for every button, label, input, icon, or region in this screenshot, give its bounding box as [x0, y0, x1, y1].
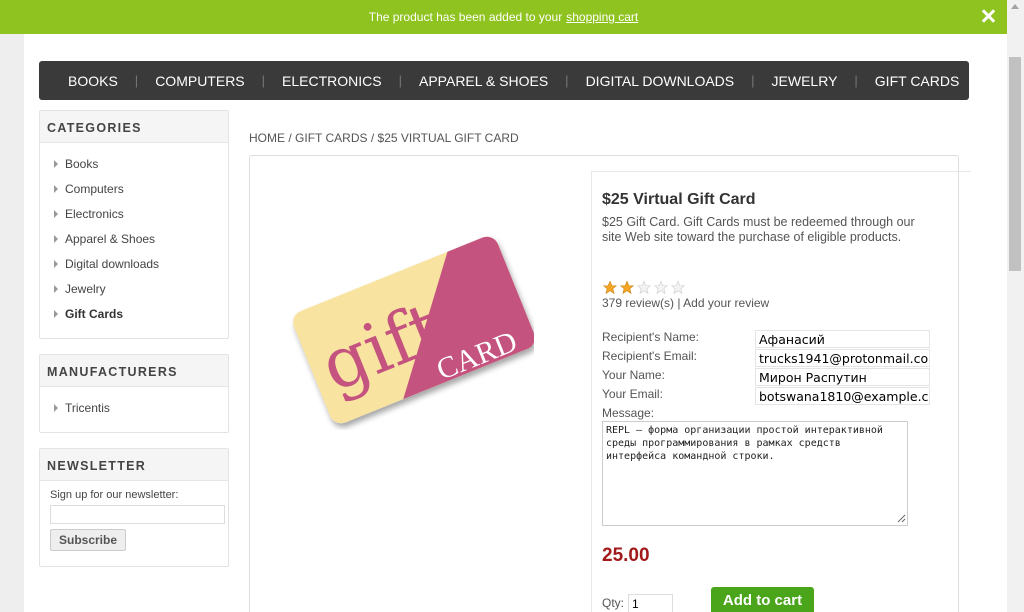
your-email-input[interactable]: botswana1810@example.com — [755, 387, 930, 405]
category-label[interactable]: Books — [65, 157, 98, 171]
top-menu: BOOKS | COMPUTERS | ELECTRONICS | APPARE… — [39, 61, 969, 100]
your-name-input[interactable]: Мирон Распутин — [755, 368, 930, 386]
reviews-line: 379 review(s) | Add your review — [602, 296, 769, 310]
reviews-separator: | — [677, 296, 681, 310]
nav-electronics[interactable]: ELECTRONICS — [265, 73, 399, 89]
scrollbar-thumb[interactable] — [1009, 57, 1021, 271]
manufacturers-block: MANUFACTURERS Tricentis — [39, 354, 229, 433]
category-item-computers[interactable]: Computers — [54, 176, 228, 201]
your-name-label: Your Name: — [602, 368, 665, 382]
manufacturers-list: Tricentis — [40, 387, 228, 420]
star-filled-icon — [619, 280, 635, 295]
close-icon[interactable] — [981, 9, 995, 23]
category-item-apparel-shoes[interactable]: Apparel & Shoes — [54, 226, 228, 251]
breadcrumb-current: $25 VIRTUAL GIFT CARD — [377, 131, 519, 145]
newsletter-email-input[interactable] — [50, 505, 225, 524]
newsletter-title: NEWSLETTER — [40, 449, 228, 481]
category-item-digital-downloads[interactable]: Digital downloads — [54, 251, 228, 276]
product-price: 25.00 — [602, 545, 650, 566]
recipient-email-label: Recipient's Email: — [602, 349, 697, 363]
add-review-link[interactable]: Add your review — [683, 296, 769, 310]
star-empty-icon — [636, 280, 652, 295]
gift-card-image: gift CARD — [289, 233, 534, 427]
triangle-right-icon — [54, 209, 58, 218]
triangle-right-icon — [54, 159, 58, 168]
categories-block: CATEGORIES Books Computers Electronics A… — [39, 110, 229, 339]
star-filled-icon — [602, 280, 618, 295]
reviews-count-link[interactable]: 379 review(s) — [602, 296, 674, 310]
manufacturer-item-tricentis[interactable]: Tricentis — [54, 395, 228, 420]
category-label[interactable]: Apparel & Shoes — [65, 232, 155, 246]
newsletter-body: Sign up for our newsletter: Subscribe — [40, 481, 228, 551]
triangle-right-icon — [54, 234, 58, 243]
category-label[interactable]: Jewelry — [65, 282, 106, 296]
category-label[interactable]: Digital downloads — [65, 257, 159, 271]
page-gutter-left — [0, 34, 24, 612]
category-item-jewelry[interactable]: Jewelry — [54, 276, 228, 301]
newsletter-label: Sign up for our newsletter: — [50, 489, 179, 501]
nav-gift-cards[interactable]: GIFT CARDS — [858, 73, 977, 89]
resize-handle-icon[interactable] — [897, 514, 906, 523]
nav-books[interactable]: BOOKS — [51, 73, 135, 89]
breadcrumb: HOME / GIFT CARDS / $25 VIRTUAL GIFT CAR… — [249, 131, 519, 145]
triangle-right-icon — [54, 259, 58, 268]
category-item-gift-cards[interactable]: Gift Cards — [54, 301, 228, 326]
manufacturers-title: MANUFACTURERS — [40, 355, 228, 387]
manufacturer-label[interactable]: Tricentis — [65, 401, 110, 415]
category-label[interactable]: Computers — [65, 182, 124, 196]
product-description: $25 Gift Card. Gift Cards must be redeem… — [602, 215, 915, 244]
breadcrumb-separator: / — [288, 131, 292, 145]
triangle-right-icon — [54, 184, 58, 193]
nav-digital-downloads[interactable]: DIGITAL DOWNLOADS — [569, 73, 752, 89]
shopping-cart-link[interactable]: shopping cart — [566, 10, 638, 24]
your-email-label: Your Email: — [602, 387, 663, 401]
category-label[interactable]: Gift Cards — [65, 307, 123, 321]
star-empty-icon — [653, 280, 669, 295]
notification-message: The product has been added to your — [368, 10, 563, 24]
triangle-right-icon — [54, 309, 58, 318]
star-empty-icon — [670, 280, 686, 295]
message-textarea[interactable]: REPL — форма организации простой интерак… — [602, 421, 908, 526]
triangle-right-icon — [54, 284, 58, 293]
notification-bar: The product has been added to your shopp… — [0, 0, 1007, 34]
scroll-up-arrow-icon[interactable] — [1011, 4, 1019, 9]
recipient-name-input[interactable]: Афанасий — [755, 330, 930, 348]
nav-jewelry[interactable]: JEWELRY — [755, 73, 855, 89]
subscribe-button[interactable]: Subscribe — [50, 529, 127, 551]
triangle-right-icon — [54, 403, 58, 412]
nav-computers[interactable]: COMPUTERS — [138, 73, 261, 89]
recipient-email-input[interactable]: trucks1941@protonmail.com — [755, 349, 930, 367]
message-label: Message: — [602, 406, 655, 420]
breadcrumb-home[interactable]: HOME — [249, 131, 285, 145]
nav-apparel-shoes[interactable]: APPAREL & SHOES — [402, 73, 565, 89]
product-name: $25 Virtual Gift Card — [602, 191, 756, 208]
categories-title: CATEGORIES — [40, 111, 228, 143]
add-to-cart-button[interactable]: Add to cart — [711, 587, 814, 612]
newsletter-block: NEWSLETTER Sign up for our newsletter: S… — [39, 448, 229, 567]
category-item-electronics[interactable]: Electronics — [54, 201, 228, 226]
breadcrumb-gift-cards[interactable]: GIFT CARDS — [295, 131, 367, 145]
qty-input[interactable]: 1 — [628, 594, 673, 612]
product-rating — [602, 280, 687, 295]
breadcrumb-separator: / — [370, 131, 375, 145]
category-label[interactable]: Electronics — [65, 207, 124, 221]
recipient-name-label: Recipient's Name: — [602, 330, 699, 344]
qty-label: Qty: — [602, 596, 625, 610]
category-item-books[interactable]: Books — [54, 151, 228, 176]
categories-list: Books Computers Electronics Apparel & Sh… — [40, 143, 228, 326]
